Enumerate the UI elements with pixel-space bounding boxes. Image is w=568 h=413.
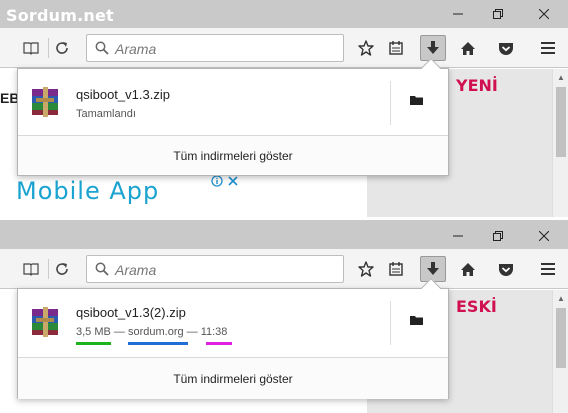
pocket-button[interactable]: [494, 257, 518, 281]
menu-icon: [541, 263, 555, 275]
downloads-button[interactable]: [420, 256, 446, 282]
download-file-name: qsiboot_v1.3.zip: [76, 87, 170, 102]
downloads-panel-old: qsiboot_v1.3(2).zip 3,5 MB — sordum.org …: [17, 278, 449, 399]
show-all-downloads-button[interactable]: Tüm indirmeleri göster: [18, 135, 448, 175]
search-placeholder: Arama: [115, 41, 157, 57]
page-scrollbar-old[interactable]: ▲: [552, 290, 568, 413]
show-all-label: Tüm indirmeleri göster: [173, 371, 293, 386]
home-button[interactable]: [456, 257, 480, 281]
folder-icon: [410, 316, 423, 325]
download-icon: [427, 262, 439, 275]
downloads-button[interactable]: [420, 35, 446, 61]
star-icon: [358, 261, 374, 277]
archive-icon: [32, 87, 58, 117]
download-item[interactable]: qsiboot_v1.3.zip Tamamlandı: [18, 69, 448, 133]
minimize-button[interactable]: [440, 0, 476, 28]
pocket-icon: [499, 263, 513, 276]
ad-text[interactable]: Mobile App: [16, 177, 159, 205]
reload-button[interactable]: [50, 257, 74, 281]
reader-view-button[interactable]: [19, 36, 43, 60]
home-icon: [461, 41, 475, 55]
search-box[interactable]: Arama: [86, 255, 344, 283]
source-underline: [128, 342, 188, 345]
close-button[interactable]: [526, 222, 562, 250]
library-button[interactable]: [384, 257, 408, 281]
minimize-icon: [453, 13, 463, 15]
scroll-thumb[interactable]: [556, 87, 566, 157]
navigation-toolbar-old: Arama: [0, 249, 568, 289]
archive-icon: [32, 307, 58, 337]
library-icon: [389, 262, 403, 276]
bookmark-button[interactable]: [354, 257, 378, 281]
download-item[interactable]: qsiboot_v1.3(2).zip 3,5 MB — sordum.org …: [18, 289, 448, 357]
reader-view-icon: [23, 42, 39, 55]
search-icon: [95, 262, 109, 276]
page-scrollbar[interactable]: ▲: [552, 69, 568, 217]
scroll-up-icon: ▲: [557, 73, 565, 82]
minimize-icon: [453, 235, 463, 237]
pocket-button[interactable]: [494, 36, 518, 60]
ad-close-icon[interactable]: [226, 174, 240, 188]
download-file-name: qsiboot_v1.3(2).zip: [76, 305, 186, 320]
time-underline: [206, 342, 232, 345]
old-caption: ESKİ: [456, 297, 497, 316]
menu-icon: [541, 42, 555, 54]
bookmark-button[interactable]: [354, 36, 378, 60]
home-icon: [461, 262, 475, 276]
search-icon: [95, 41, 109, 55]
item-separator: [390, 301, 391, 345]
item-separator: [390, 81, 391, 125]
pocket-icon: [499, 42, 513, 55]
download-status: 3,5 MB — sordum.org — 11:38: [76, 326, 228, 338]
show-all-label: Tüm indirmeleri göster: [173, 148, 293, 163]
reader-view-icon: [23, 263, 39, 276]
download-icon: [427, 41, 439, 54]
close-icon: [539, 231, 549, 241]
scroll-thumb[interactable]: [556, 308, 566, 368]
open-folder-button[interactable]: [410, 315, 424, 329]
ad-info-icon[interactable]: [210, 174, 224, 188]
home-button[interactable]: [456, 36, 480, 60]
library-icon: [389, 41, 403, 55]
close-icon: [539, 9, 549, 19]
reader-view-button[interactable]: [19, 257, 43, 281]
restore-button[interactable]: [480, 222, 516, 250]
close-button[interactable]: [526, 0, 562, 28]
title-bar: Sordum.net: [0, 0, 568, 28]
toolbar-separator: [48, 259, 49, 279]
reload-icon: [56, 42, 68, 54]
search-box[interactable]: Arama: [86, 34, 344, 62]
restore-button[interactable]: [480, 0, 516, 28]
show-all-downloads-button[interactable]: Tüm indirmeleri göster: [18, 357, 448, 399]
menu-button[interactable]: [536, 257, 560, 281]
size-underline: [76, 342, 111, 345]
reload-icon: [56, 263, 68, 275]
open-folder-button[interactable]: [410, 95, 424, 109]
download-status: Tamamlandı: [76, 108, 136, 120]
navigation-toolbar: Arama: [0, 28, 568, 68]
folder-icon: [410, 96, 423, 105]
ad-controls: [210, 174, 240, 188]
restore-icon: [493, 9, 503, 19]
toolbar-separator: [48, 38, 49, 58]
scroll-up-icon: ▲: [557, 294, 565, 303]
library-button[interactable]: [384, 36, 408, 60]
menu-button[interactable]: [536, 36, 560, 60]
restore-icon: [493, 231, 503, 241]
minimize-button[interactable]: [440, 222, 476, 250]
title-bar-old: [0, 217, 568, 249]
downloads-panel-new: qsiboot_v1.3.zip Tamamlandı Tüm indirmel…: [17, 58, 449, 176]
reload-button[interactable]: [50, 36, 74, 60]
watermark-text: Sordum.net: [6, 6, 114, 25]
star-icon: [358, 40, 374, 56]
new-caption: YENİ: [456, 76, 498, 95]
search-placeholder: Arama: [115, 262, 157, 278]
